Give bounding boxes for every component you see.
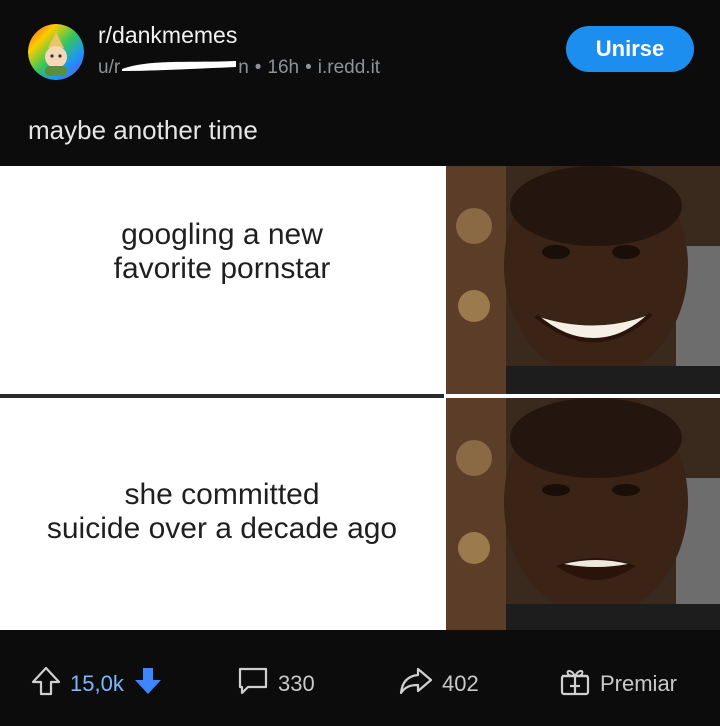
author-link[interactable]: u/r n xyxy=(98,57,249,79)
meme-image[interactable]: googling a new favorite pornstar she com… xyxy=(0,166,720,630)
author-prefix: u/r xyxy=(98,57,121,78)
meme-bottom-text: she committed suicide over a decade ago xyxy=(0,478,444,546)
meme-top-text: googling a new favorite pornstar xyxy=(0,218,444,286)
meme-photo-bottom xyxy=(446,398,720,630)
join-button[interactable]: Unirse xyxy=(566,26,694,72)
share-button[interactable]: 402 xyxy=(398,665,479,703)
post-domain[interactable]: i.redd.it xyxy=(318,57,380,79)
meme-bottom-line: suicide over a decade ago xyxy=(46,512,398,545)
subreddit-avatar-icon[interactable] xyxy=(28,24,84,80)
meme-photo-top xyxy=(446,166,720,394)
meta-separator: • xyxy=(254,57,262,78)
post-header: r/dankmemes u/r n • 16h • i.redd.it Unirs… xyxy=(0,0,720,98)
vote-score: 15,0k xyxy=(70,671,124,696)
upvote-arrow-icon[interactable] xyxy=(30,665,62,703)
post-footer: 15,0k 330 402 Premiar xyxy=(0,632,720,726)
award-label: Premiar xyxy=(600,671,678,696)
author-suffix: n xyxy=(238,57,249,78)
comments-button[interactable]: 330 xyxy=(236,665,315,703)
subreddit-name[interactable]: r/dankmemes xyxy=(98,22,237,49)
comment-count: 330 xyxy=(278,671,315,696)
downvote-arrow-icon[interactable] xyxy=(132,665,164,703)
post-title[interactable]: maybe another time xyxy=(28,115,258,146)
meme-top-line: favorite pornstar xyxy=(113,252,331,285)
meta-separator: • xyxy=(305,57,312,78)
vote-bar: 15,0k xyxy=(30,665,164,703)
post-meta: u/r n • 16h • i.redd.it xyxy=(98,57,380,79)
share-arrow-icon xyxy=(398,665,434,703)
award-button[interactable]: Premiar xyxy=(558,665,677,703)
meme-divider xyxy=(0,394,444,398)
share-count: 402 xyxy=(442,671,479,696)
gift-icon xyxy=(558,665,592,703)
post-age: 16h xyxy=(267,57,300,78)
meme-bottom-line: she committed xyxy=(124,478,320,511)
comment-icon xyxy=(236,665,270,703)
redaction-scribble xyxy=(120,57,238,73)
meme-top-line: googling a new xyxy=(121,218,323,251)
